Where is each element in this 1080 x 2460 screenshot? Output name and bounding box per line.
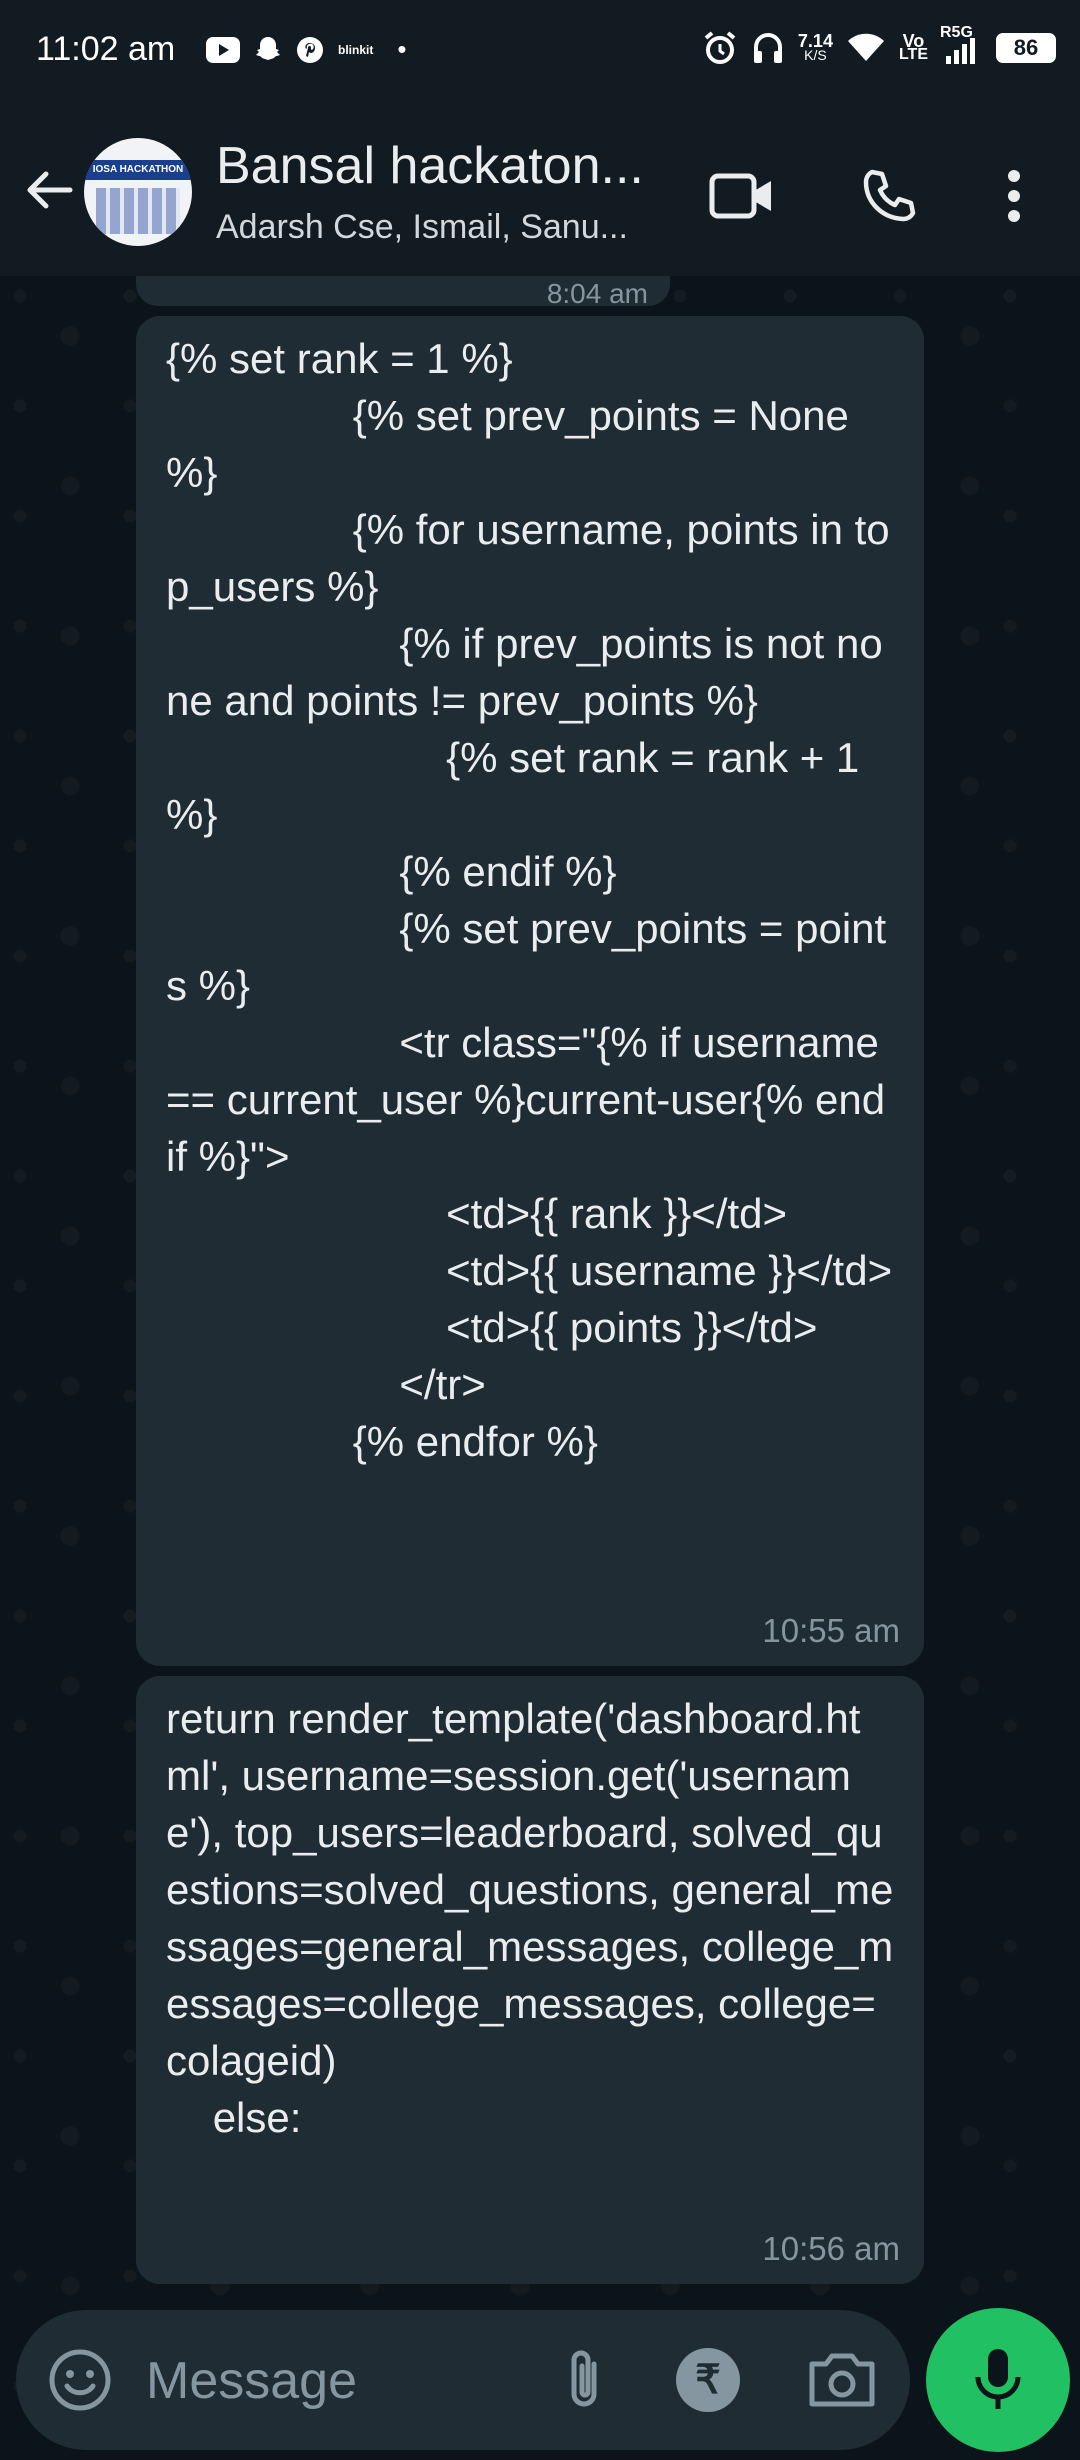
more-vert-icon	[1008, 170, 1020, 222]
group-avatar[interactable]: IOSA HACKATHON	[84, 138, 192, 246]
camera-icon	[809, 2353, 875, 2407]
attach-icon	[571, 2350, 597, 2407]
video-call-icon	[709, 173, 771, 219]
message-composer: ₹	[16, 2310, 910, 2450]
status-time: 11:02 am	[36, 30, 176, 68]
back-arrow-icon	[27, 171, 73, 209]
message-bubble[interactable]: return render_template('dashboard.html',…	[136, 1676, 924, 2284]
voice-message-button[interactable]	[926, 2308, 1070, 2452]
message-time: 8:04 am	[546, 278, 648, 309]
network-speed: 7.14 K/S	[797, 31, 833, 63]
system-icons: 7.14 K/S Vo LTE R5G 86	[702, 24, 1056, 66]
status-bar: 11:02 am blinkit • 7.14 K/S Vo LTE R5G 8…	[0, 0, 1080, 108]
mic-icon	[975, 2349, 1021, 2409]
emoji-icon	[49, 2349, 111, 2411]
back-button[interactable]	[20, 160, 80, 220]
cell-signal-icon: R5G	[940, 24, 982, 64]
blinkit-icon: blinkit	[338, 42, 374, 57]
payment-button[interactable]: ₹	[676, 2348, 740, 2412]
notification-icons: blinkit •	[206, 34, 406, 65]
message-text: {% set rank = 1 %} {% set prev_points = …	[166, 335, 893, 1465]
pinterest-icon	[296, 36, 324, 64]
avatar-text: IOSA HACKATHON	[92, 164, 184, 175]
snapchat-icon	[254, 35, 282, 65]
battery-indicator: 86	[996, 33, 1056, 63]
rupee-icon: ₹	[695, 2358, 721, 2402]
phone-call-icon	[863, 169, 916, 222]
message-text: return render_template('dashboard.html',…	[166, 1695, 894, 2141]
camera-button[interactable]	[804, 2344, 880, 2416]
message-bubble-partial[interactable]: 8:04 am	[136, 276, 670, 309]
message-bubble[interactable]: {% set rank = 1 %} {% set prev_points = …	[136, 316, 924, 1666]
headphones-icon	[752, 31, 784, 65]
chat-participants[interactable]: Adarsh Cse, Ismail, Sanu...	[216, 208, 656, 247]
alarm-icon	[702, 30, 738, 66]
chat-title[interactable]: Bansal hackaton...	[216, 136, 656, 196]
chat-header: IOSA HACKATHON Bansal hackaton... Adarsh…	[0, 108, 1080, 276]
more-notifications-dot: •	[397, 34, 407, 64]
message-input[interactable]	[144, 2338, 528, 2424]
voice-call-button[interactable]	[852, 160, 924, 232]
wifi-icon	[847, 33, 885, 63]
attach-button[interactable]	[548, 2344, 620, 2416]
more-options-button[interactable]	[978, 160, 1050, 232]
message-time: 10:56 am	[762, 2230, 900, 2267]
emoji-button[interactable]	[46, 2346, 114, 2414]
volte-indicator: Vo LTE	[898, 31, 928, 63]
youtube-icon	[206, 36, 240, 63]
video-call-button[interactable]	[706, 160, 778, 232]
message-time: 10:55 am	[762, 1612, 900, 1649]
